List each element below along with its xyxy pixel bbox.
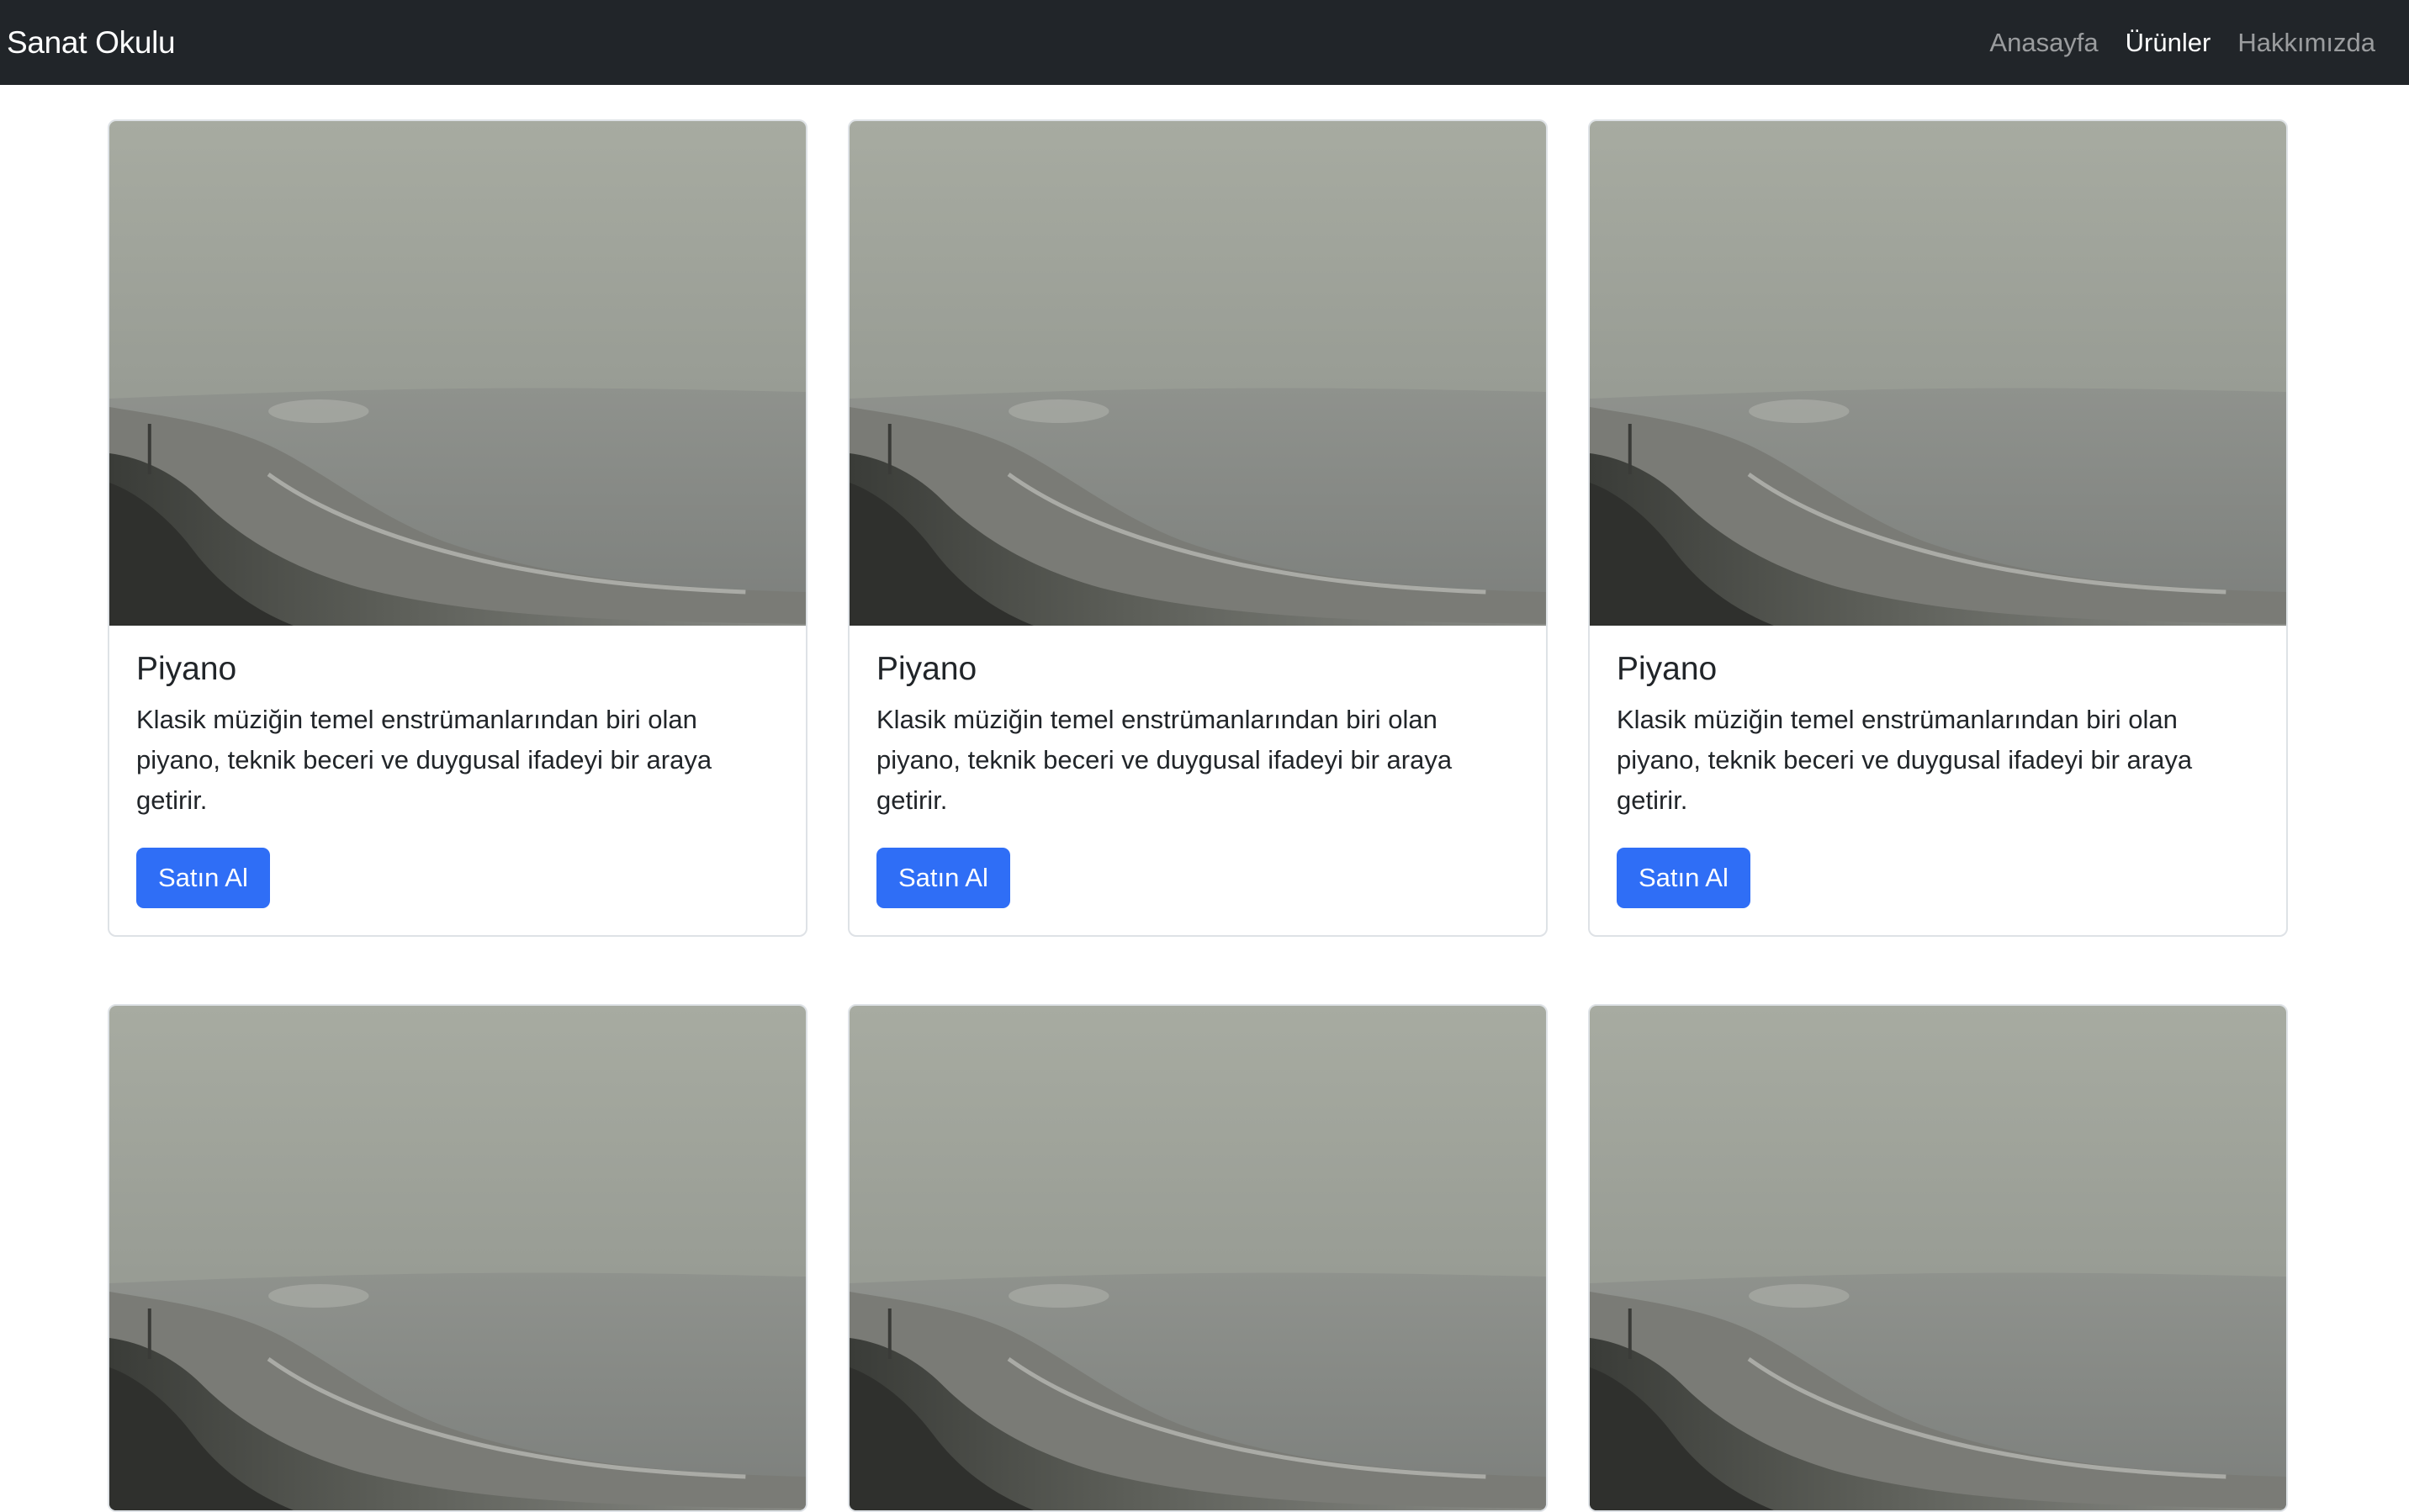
product-card: Piyano Klasik müziğin temel enstrümanlar… [108, 119, 807, 937]
nav-links: Anasayfa Ürünler Hakkımızda [1962, 28, 2375, 58]
product-image [850, 1006, 1546, 1510]
card-body: Piyano Klasik müziğin temel enstrümanlar… [109, 626, 806, 935]
top-navbar: Sanat Okulu Anasayfa Ürünler Hakkımızda [0, 0, 2409, 85]
product-card [108, 1004, 807, 1512]
nav-link-anasayfa[interactable]: Anasayfa [1989, 28, 2098, 58]
product-title: Piyano [1617, 651, 1718, 687]
product-image [1590, 121, 2286, 626]
product-title: Piyano [136, 651, 237, 687]
product-grid: Piyano Klasik müziğin temel enstrümanlar… [108, 119, 2288, 1512]
product-card [1588, 1004, 2288, 1512]
buy-button[interactable]: Satın Al [136, 848, 270, 908]
card-body: Piyano Klasik müziğin temel enstrümanlar… [850, 626, 1546, 935]
buy-button[interactable]: Satın Al [876, 848, 1010, 908]
product-description: Klasik müziğin temel enstrümanlarından b… [136, 705, 712, 815]
card-body: Piyano Klasik müziğin temel enstrümanlar… [1590, 626, 2286, 935]
product-title: Piyano [876, 651, 977, 687]
buy-button[interactable]: Satın Al [1617, 848, 1750, 908]
product-card: Piyano Klasik müziğin temel enstrümanlar… [1588, 119, 2288, 937]
nav-link-hakkimizda[interactable]: Hakkımızda [2237, 28, 2375, 58]
product-card [848, 1004, 1548, 1512]
product-image [109, 1006, 806, 1510]
product-card: Piyano Klasik müziğin temel enstrümanlar… [848, 119, 1548, 937]
product-image [1590, 1006, 2286, 1510]
product-description: Klasik müziğin temel enstrümanlarından b… [876, 705, 1453, 815]
product-description: Klasik müziğin temel enstrümanlarından b… [1617, 705, 2193, 815]
product-image [109, 121, 806, 626]
product-image [850, 121, 1546, 626]
brand-logo-text[interactable]: Sanat Okulu [7, 25, 176, 61]
nav-link-urunler[interactable]: Ürünler [2126, 28, 2211, 58]
